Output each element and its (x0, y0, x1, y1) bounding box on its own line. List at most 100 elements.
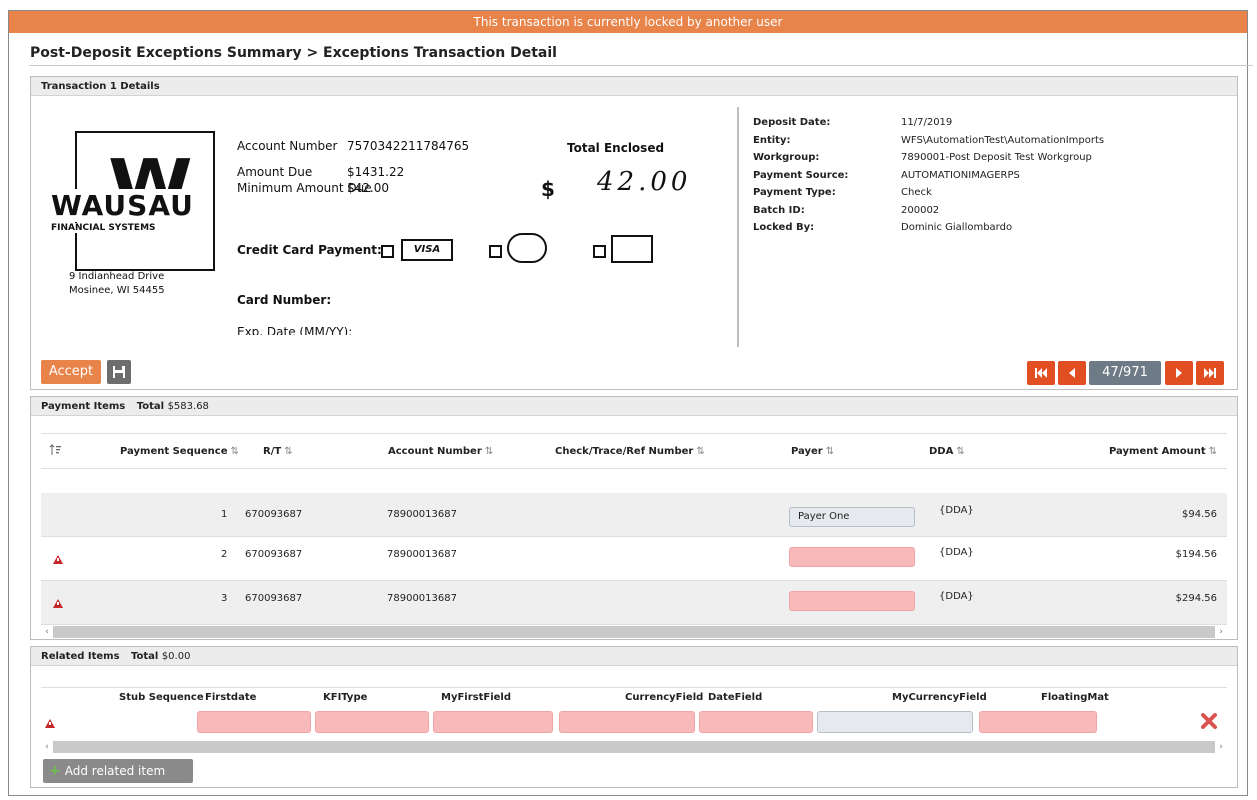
related-grid-header: Stub Sequence Firstdate KFIType MyFirstF… (41, 687, 1227, 703)
meta-value: Check (901, 187, 932, 198)
card-number-label: Card Number: (237, 293, 332, 307)
address-line-2: Mosinee, WI 54455 (69, 285, 165, 296)
accept-button[interactable]: Accept (41, 360, 101, 384)
cell-amount: $194.56 (1175, 549, 1217, 560)
payment-items-header: Payment Items Total $583.68 (31, 397, 1237, 416)
meta-row: Payment Source: AUTOMATIONIMAGERPS (753, 170, 1213, 188)
col-payer[interactable]: Payer ⇅ (791, 446, 834, 457)
scroll-left-icon[interactable]: ‹ (41, 741, 53, 753)
meta-key: Batch ID: (753, 204, 805, 216)
col-label: Payer (791, 446, 823, 457)
col-mycurrencyfield[interactable]: MyCurrencyField (892, 692, 987, 703)
save-icon (113, 366, 125, 378)
transaction-panel: Transaction 1 Details W WAUSAU FINANCIAL… (30, 76, 1238, 390)
table-row[interactable]: 3 670093687 78900013687 {DDA} $294.56 (41, 581, 1227, 625)
meta-row: Deposit Date: 11/7/2019 (753, 117, 1213, 135)
next-page-button[interactable] (1165, 361, 1193, 385)
scroll-left-icon[interactable]: ‹ (41, 626, 53, 638)
payment-horizontal-scrollbar[interactable]: ‹ › (41, 626, 1227, 638)
table-row[interactable]: 2 670093687 78900013687 {DDA} $194.56 (41, 537, 1227, 581)
first-page-button[interactable] (1027, 361, 1055, 385)
related-items-panel: Related Items Total $0.00 Stub Sequence … (30, 646, 1238, 788)
account-number-label: Account Number (237, 139, 338, 153)
meta-key: Locked By: (753, 222, 815, 233)
meta-key: Deposit Date: (753, 117, 831, 128)
last-page-button[interactable] (1196, 361, 1224, 385)
payment-grid-header: Payment Sequence ⇅ R/T ⇅ Account Number ⇅ C… (41, 433, 1227, 469)
page-title: Post-Deposit Exceptions Summary > Except… (30, 45, 557, 61)
col-dda[interactable]: DDA ⇅ (929, 446, 965, 457)
datefield-input[interactable] (699, 711, 813, 733)
cell-dda: {DDA} (939, 505, 974, 516)
discover-checkbox (593, 245, 606, 258)
meta-row: Entity: WFS\AutomationTest\AutomationImpo… (753, 135, 1213, 153)
warning-icon (53, 599, 63, 608)
col-stub-sequence[interactable]: Stub Sequence (119, 692, 204, 703)
cell-amount: $294.56 (1175, 593, 1217, 604)
delete-related-button[interactable] (1201, 713, 1217, 729)
table-row[interactable]: 1 670093687 78900013687 Payer One {DDA} … (41, 493, 1227, 537)
col-label: DDA (929, 446, 954, 457)
save-button[interactable] (107, 360, 131, 384)
title-divider (29, 65, 1253, 66)
col-firstdate[interactable]: Firstdate (205, 692, 256, 703)
transaction-meta: Deposit Date: 11/7/2019 Entity: WFS\Automa… (753, 117, 1213, 240)
cell-account: 78900013687 (387, 509, 457, 520)
plus-icon: + (49, 763, 61, 779)
scroll-right-icon[interactable]: › (1215, 626, 1227, 638)
credit-card-label: Credit Card Payment: (237, 243, 382, 257)
meta-row: Batch ID: 200002 (753, 205, 1213, 223)
currencyfield-input[interactable] (559, 711, 695, 733)
add-related-item-label: Add related item (64, 764, 166, 778)
add-related-item-button[interactable]: + Add related item (43, 759, 193, 783)
col-myfirstfield[interactable]: MyFirstField (441, 692, 511, 703)
related-total-value: $0.00 (161, 651, 191, 662)
col-check-number[interactable]: Check/Trace/Ref Number ⇅ (555, 446, 705, 457)
col-payment-amount[interactable]: Payment Amount ⇅ (1109, 446, 1217, 457)
related-items-header: Related Items Total $0.00 (31, 647, 1237, 666)
meta-value: 200002 (901, 204, 940, 216)
delete-icon (1201, 713, 1217, 729)
col-floatingmat[interactable]: FloatingMat (1041, 692, 1109, 703)
sort-icon: ⇅ (284, 446, 293, 457)
related-total-label: Total (131, 651, 159, 662)
col-kfitype[interactable]: KFIType (323, 692, 367, 703)
warning-icon (53, 555, 63, 564)
mastercard-checkbox (489, 245, 502, 258)
meta-value: 7890001-Post Deposit Test Workgroup (901, 152, 1092, 163)
firstdate-input[interactable] (197, 711, 311, 733)
cell-account: 78900013687 (387, 593, 457, 604)
account-number-value: 7570342211784765 (347, 139, 470, 153)
col-payment-sequence[interactable]: Payment Sequence ⇅ (120, 446, 239, 457)
mycurrencyfield-input[interactable] (817, 711, 973, 733)
col-rt[interactable]: R/T ⇅ (263, 446, 293, 457)
cell-account: 78900013687 (387, 549, 457, 560)
kfitype-input[interactable] (315, 711, 429, 733)
col-datefield[interactable]: DateField (708, 692, 762, 703)
meta-key: Workgroup: (753, 152, 820, 163)
floatingmat-input[interactable] (979, 711, 1097, 733)
col-label: R/T (263, 446, 282, 457)
payer-input[interactable] (789, 591, 915, 611)
cell-dda: {DDA} (939, 591, 974, 602)
col-label: Payment Sequence (120, 446, 228, 457)
scroll-right-icon[interactable]: › (1215, 741, 1227, 753)
meta-value: Dominic Giallombardo (901, 222, 1013, 233)
payer-input[interactable] (789, 547, 915, 567)
dollar-sign: $ (541, 177, 555, 201)
meta-value: AUTOMATIONIMAGERPS (901, 169, 1020, 181)
cell-seq: 3 (221, 593, 228, 604)
sort-icon: ⇅ (1208, 446, 1218, 457)
related-horizontal-scrollbar[interactable]: ‹ › (41, 741, 1227, 753)
myfirstfield-input[interactable] (433, 711, 553, 733)
cell-seq: 2 (221, 549, 228, 560)
payer-input[interactable]: Payer One (789, 507, 915, 527)
col-label: Account Number (388, 446, 482, 457)
col-currencyfield[interactable]: CurrencyField (625, 692, 703, 703)
cell-rt: 670093687 (245, 509, 303, 520)
col-account-number[interactable]: Account Number ⇅ (388, 446, 493, 457)
sort-icon[interactable] (49, 444, 61, 459)
logo-name: WAUSAU (51, 189, 211, 222)
cell-amount: $94.56 (1182, 509, 1217, 520)
prev-page-button[interactable] (1058, 361, 1086, 385)
